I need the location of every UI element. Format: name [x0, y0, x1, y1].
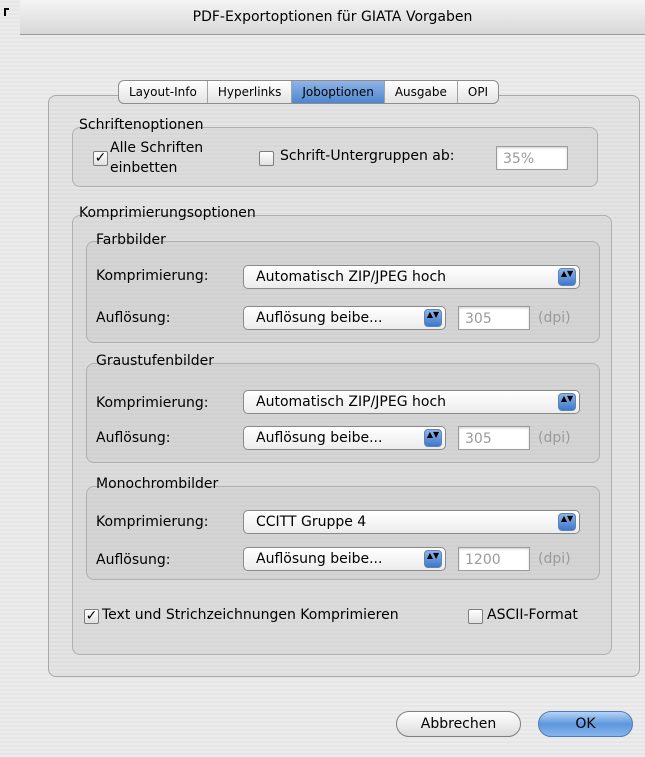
title-bar[interactable]: PDF-Exportoptionen für GIATA Vorgaben: [20, 0, 645, 35]
color-compression-value: Automatisch ZIP/JPEG hoch: [256, 269, 447, 285]
color-resolution-label: Auflösung:: [96, 310, 171, 326]
dialog-window: PDF-Exportoptionen für GIATA Vorgaben La…: [0, 0, 645, 757]
grayscale-images-title: Graustufenbilder: [96, 353, 215, 369]
popup-arrows-icon: ▲▼: [424, 309, 442, 327]
tab-layout-info[interactable]: Layout-Info: [119, 81, 208, 103]
ascii-format-label: ASCII-Format: [487, 607, 578, 623]
tab-joboptionen[interactable]: Joboptionen: [292, 81, 385, 103]
gray-compression-label: Komprimierung:: [96, 395, 209, 411]
check-icon: ✓: [85, 608, 98, 624]
tab-hyperlinks[interactable]: Hyperlinks: [208, 81, 293, 103]
popup-arrows-icon: ▲▼: [558, 513, 576, 531]
ok-button[interactable]: OK: [538, 711, 633, 737]
monochrome-images-title: Monochrombilder: [96, 476, 219, 492]
color-images-title: Farbbilder: [96, 232, 166, 248]
compress-text-line-art-label: Text und Strichzeichnungen Komprimieren: [102, 607, 399, 623]
font-subset-checkbox[interactable]: [259, 151, 274, 166]
compression-options-title: Komprimierungsoptionen: [79, 205, 256, 221]
mono-dpi-unit: (dpi): [538, 551, 571, 567]
popup-arrows-icon: ▲▼: [558, 393, 576, 411]
gray-dpi-unit: (dpi): [538, 430, 571, 446]
tab-ausgabe[interactable]: Ausgabe: [385, 81, 458, 103]
corner-mark: [4, 8, 9, 16]
mono-dpi-field[interactable]: 1200: [458, 547, 530, 571]
gray-resolution-label: Auflösung:: [96, 430, 171, 446]
gray-compression-value: Automatisch ZIP/JPEG hoch: [256, 394, 447, 410]
check-icon: ✓: [94, 150, 107, 166]
window-title: PDF-Exportoptionen für GIATA Vorgaben: [192, 9, 473, 25]
gray-compression-popup[interactable]: Automatisch ZIP/JPEG hoch ▲▼: [243, 390, 580, 414]
embed-all-fonts-label-1: Alle Schriften: [110, 140, 204, 156]
tab-bar: Layout-Info Hyperlinks Joboptionen Ausga…: [118, 80, 500, 104]
gray-resolution-value: Auflösung beibe...: [256, 430, 383, 446]
font-subset-label: Schrift-Untergruppen ab:: [280, 148, 455, 164]
color-dpi-field[interactable]: 305: [458, 306, 530, 330]
tab-opi[interactable]: OPI: [458, 81, 498, 103]
color-dpi-unit: (dpi): [538, 310, 571, 326]
font-subset-field[interactable]: 35%: [496, 146, 568, 170]
color-compression-label: Komprimierung:: [96, 268, 209, 284]
popup-arrows-icon: ▲▼: [424, 429, 442, 447]
mono-compression-label: Komprimierung:: [96, 514, 209, 530]
gray-resolution-popup[interactable]: Auflösung beibe... ▲▼: [243, 426, 446, 450]
mono-resolution-label: Auflösung:: [96, 552, 171, 568]
color-compression-popup[interactable]: Automatisch ZIP/JPEG hoch ▲▼: [243, 265, 580, 289]
color-resolution-popup[interactable]: Auflösung beibe... ▲▼: [243, 306, 446, 330]
ascii-format-checkbox[interactable]: [468, 609, 483, 624]
gray-dpi-field[interactable]: 305: [458, 426, 530, 450]
font-options-title: Schriftenoptionen: [79, 117, 204, 133]
compress-text-line-art-checkbox[interactable]: ✓: [84, 609, 99, 624]
cancel-button[interactable]: Abbrechen: [396, 711, 521, 737]
popup-arrows-icon: ▲▼: [558, 268, 576, 286]
embed-all-fonts-label-2: einbetten: [110, 160, 178, 176]
color-resolution-value: Auflösung beibe...: [256, 310, 383, 326]
popup-arrows-icon: ▲▼: [424, 550, 442, 568]
mono-compression-popup[interactable]: CCITT Gruppe 4 ▲▼: [243, 510, 580, 534]
embed-all-fonts-checkbox[interactable]: ✓: [93, 151, 108, 166]
mono-resolution-value: Auflösung beibe...: [256, 551, 383, 567]
mono-compression-value: CCITT Gruppe 4: [256, 514, 367, 530]
mono-resolution-popup[interactable]: Auflösung beibe... ▲▼: [243, 547, 446, 571]
